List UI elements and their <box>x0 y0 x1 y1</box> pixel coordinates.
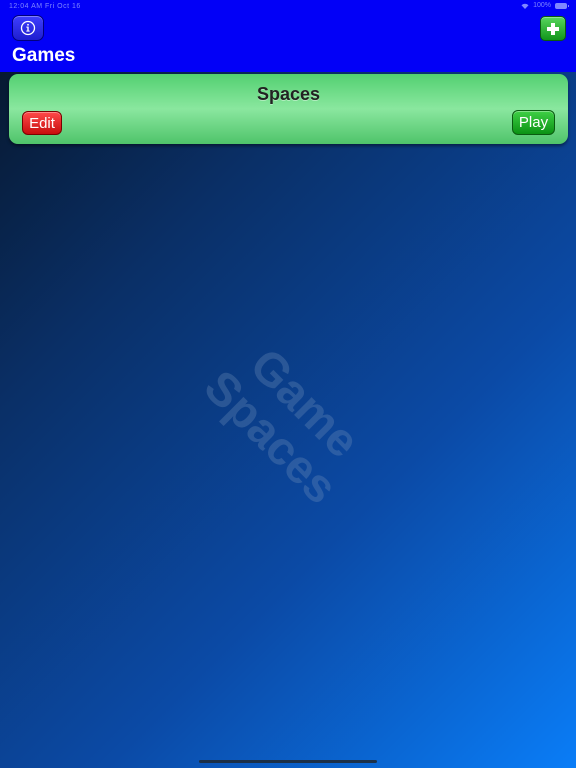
status-time-date: 12:04 AM Fri Oct 16 <box>9 3 81 10</box>
watermark-line-2: Spaces <box>194 359 349 514</box>
watermark-logo: Game Spaces <box>194 328 380 514</box>
game-card: Spaces Edit Play <box>9 74 568 144</box>
plus-icon <box>546 22 560 36</box>
watermark-line-1: Game <box>240 337 371 468</box>
navigation-bar: 12:04 AM Fri Oct 16 100% Games <box>0 0 576 72</box>
edit-button[interactable]: Edit <box>22 111 62 135</box>
status-indicators: 100% <box>521 2 569 9</box>
wifi-icon <box>521 3 529 9</box>
add-game-button[interactable] <box>540 16 566 41</box>
status-bar: 12:04 AM Fri Oct 16 100% <box>0 0 576 14</box>
play-button[interactable]: Play <box>512 110 555 135</box>
game-name: Spaces <box>256 84 321 104</box>
battery-percentage: 100% <box>533 2 551 9</box>
home-indicator <box>199 760 377 763</box>
info-button[interactable] <box>12 15 44 41</box>
info-circle-icon <box>20 20 36 36</box>
battery-icon <box>555 2 569 9</box>
page-title: Games <box>12 45 76 66</box>
